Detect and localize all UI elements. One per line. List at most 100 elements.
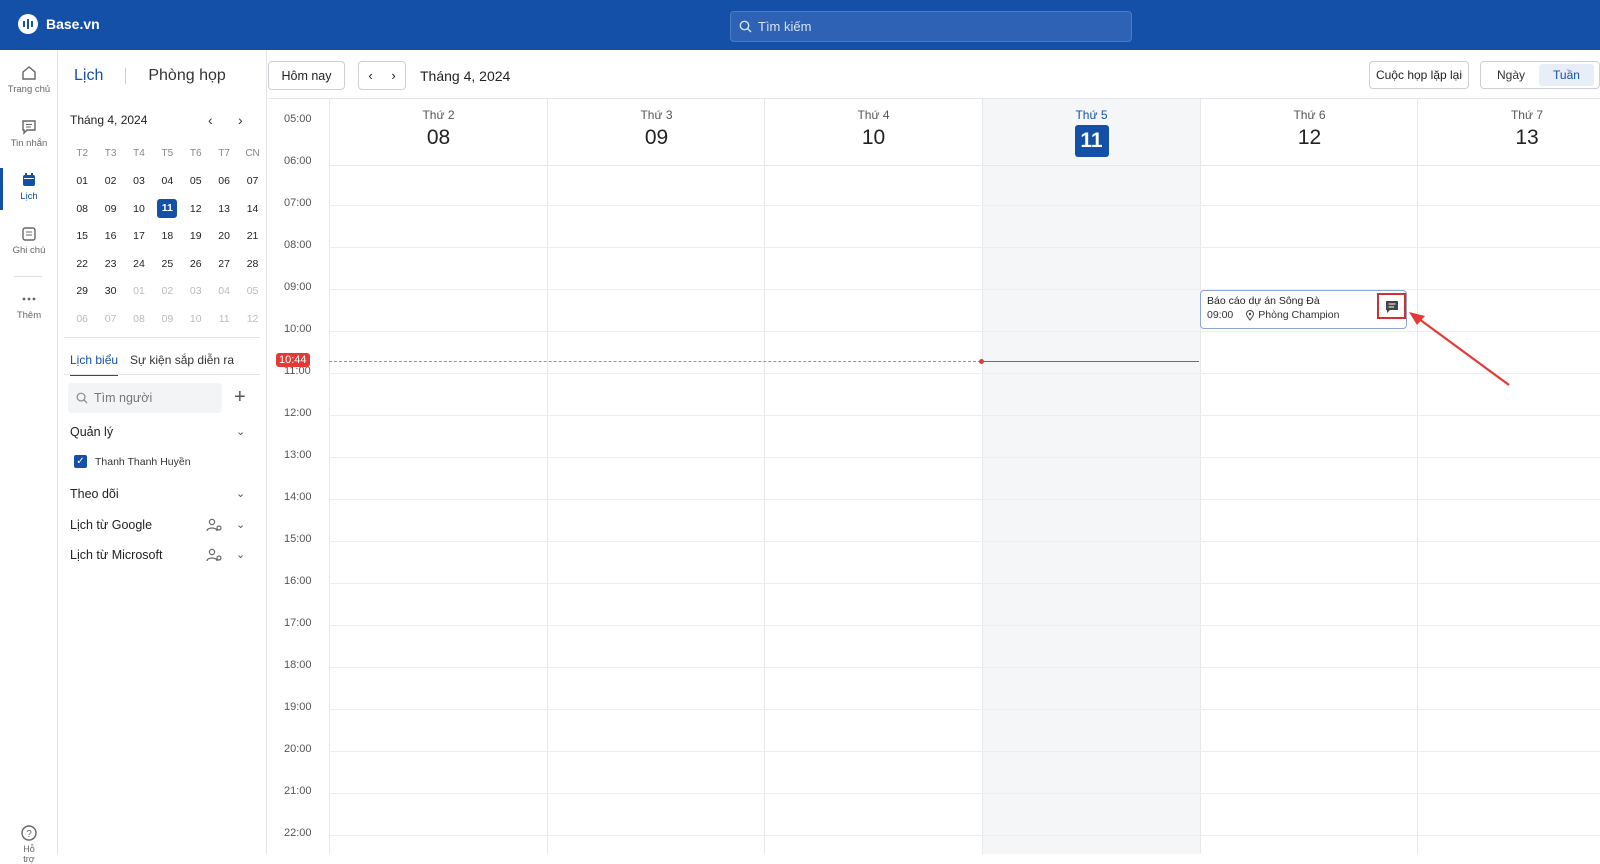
tab-meeting-rooms[interactable]: Phòng họp (148, 67, 225, 85)
group-microsoft-label[interactable]: Lịch từ Microsoft (70, 548, 162, 562)
view-week-button[interactable]: Tuần (1539, 64, 1594, 86)
mini-day-other-month[interactable]: 02 (153, 285, 181, 297)
mini-day[interactable]: 04 (153, 175, 181, 187)
mini-day-other-month[interactable]: 01 (125, 285, 153, 297)
person-checkbox-item[interactable]: ✓ Thanh Thanh Huyền (74, 455, 191, 468)
mini-day[interactable]: 12 (182, 203, 210, 215)
group-google-label[interactable]: Lịch từ Google (70, 518, 152, 532)
rail-item-calendar[interactable]: Lịch (0, 171, 58, 202)
chevron-down-icon[interactable]: ⌄ (236, 548, 245, 561)
day-column-today[interactable]: Thứ 5 11 (982, 99, 1200, 854)
group-follow-label[interactable]: Theo dõi (70, 487, 119, 501)
chevron-down-icon[interactable]: ⌄ (236, 518, 245, 531)
mini-day[interactable]: 09 (96, 203, 124, 215)
day-number[interactable]: 09 (645, 126, 668, 150)
mini-day[interactable]: 13 (210, 203, 238, 215)
mini-day[interactable]: 16 (96, 230, 124, 242)
day-number[interactable]: 13 (1515, 126, 1538, 150)
recurring-meetings-button[interactable]: Cuộc họp lặp lại (1369, 61, 1469, 89)
chevron-down-icon[interactable]: ⌄ (236, 425, 245, 438)
add-person-button[interactable]: + (234, 386, 246, 409)
global-search-input[interactable]: Tìm kiếm (730, 11, 1132, 42)
rail-item-home[interactable]: Trang chủ (0, 64, 58, 95)
time-label: 15:00 (284, 533, 312, 545)
mini-day[interactable]: 02 (96, 175, 124, 187)
mini-day[interactable]: 06 (210, 175, 238, 187)
rail-item-notes[interactable]: Ghi chú (0, 225, 58, 256)
mini-day-other-month[interactable]: 07 (96, 313, 124, 325)
day-name: Thứ 6 (1293, 108, 1326, 122)
today-button[interactable]: Hôm nay (268, 61, 345, 90)
mini-day[interactable]: 27 (210, 258, 238, 270)
mini-day[interactable]: 20 (210, 230, 238, 242)
mini-day[interactable]: 30 (96, 285, 124, 297)
mini-day[interactable]: 26 (182, 258, 210, 270)
mini-day-other-month[interactable]: 09 (153, 313, 181, 325)
day-number[interactable]: 08 (427, 126, 450, 150)
person-settings-icon[interactable] (206, 548, 222, 565)
mini-day[interactable]: 05 (182, 175, 210, 187)
mini-day-other-month[interactable]: 03 (182, 285, 210, 297)
mini-day-other-month[interactable]: 10 (182, 313, 210, 325)
mini-day[interactable]: 19 (182, 230, 210, 242)
mini-day[interactable]: 22 (68, 258, 96, 270)
prev-week-button[interactable]: ‹ (359, 62, 382, 89)
rail-item-more[interactable]: Thêm (0, 290, 58, 321)
checkbox-checked-icon[interactable]: ✓ (74, 455, 87, 468)
mini-day-other-month[interactable]: 12 (238, 313, 266, 325)
day-column[interactable]: Thứ 7 13 (1417, 99, 1600, 854)
mini-prev-month-button[interactable]: ‹ (208, 112, 213, 128)
day-column[interactable]: Thứ 2 08 (329, 99, 547, 854)
rail-item-messages[interactable]: Tin nhắn (0, 118, 58, 149)
mini-day[interactable]: 07 (238, 175, 266, 187)
mini-day[interactable]: 28 (238, 258, 266, 270)
event-chat-button[interactable] (1377, 293, 1406, 319)
mini-day[interactable]: 08 (68, 203, 96, 215)
day-number[interactable]: 10 (862, 126, 885, 150)
people-search-input[interactable]: Tìm người (68, 383, 222, 413)
mini-day[interactable]: 25 (153, 258, 181, 270)
tab-schedule[interactable]: Lịch biểu (70, 353, 119, 376)
mini-day[interactable]: 18 (153, 230, 181, 242)
time-label: 21:00 (284, 785, 312, 797)
mini-day[interactable]: 17 (125, 230, 153, 242)
mini-next-month-button[interactable]: › (238, 112, 243, 128)
hour-line (329, 793, 1600, 794)
mini-day[interactable]: 21 (238, 230, 266, 242)
search-icon (739, 20, 752, 33)
current-month-label: Tháng 4, 2024 (420, 68, 511, 84)
group-manage-label[interactable]: Quản lý (70, 425, 113, 439)
mini-day-other-month[interactable]: 06 (68, 313, 96, 325)
chevron-down-icon[interactable]: ⌄ (236, 487, 245, 500)
mini-day-today[interactable]: 11 (153, 199, 181, 219)
day-column[interactable]: Thứ 3 09 (547, 99, 765, 854)
rail-item-help[interactable]: ? Hỗ trợ (18, 824, 40, 864)
time-label: 08:00 (284, 239, 312, 251)
day-column[interactable]: Thứ 4 10 (764, 99, 982, 854)
mini-day-other-month[interactable]: 11 (210, 313, 238, 325)
calendar-event[interactable]: Báo cáo dự án Sông Đà 09:00 Phòng Champi… (1200, 290, 1407, 329)
mini-day[interactable]: 24 (125, 258, 153, 270)
mini-day[interactable]: 01 (68, 175, 96, 187)
hour-line (329, 835, 1600, 836)
mini-day[interactable]: 23 (96, 258, 124, 270)
mini-day[interactable]: 15 (68, 230, 96, 242)
tab-upcoming-events[interactable]: Sự kiện sắp diễn ra (130, 353, 234, 367)
mini-day[interactable]: 29 (68, 285, 96, 297)
next-week-button[interactable]: › (382, 62, 405, 89)
person-settings-icon[interactable] (206, 518, 222, 535)
mini-day-other-month[interactable]: 04 (210, 285, 238, 297)
app-logo[interactable]: Base.vn (18, 14, 100, 34)
tab-calendar[interactable]: Lịch (74, 67, 103, 85)
mini-day[interactable]: 14 (238, 203, 266, 215)
day-number-today[interactable]: 11 (1074, 125, 1109, 157)
mini-day-other-month[interactable]: 08 (125, 313, 153, 325)
mini-day[interactable]: 03 (125, 175, 153, 187)
sidebar-divider (64, 337, 260, 338)
mini-day-other-month[interactable]: 05 (238, 285, 266, 297)
day-number[interactable]: 12 (1298, 126, 1321, 150)
view-day-button[interactable]: Ngày (1483, 68, 1539, 82)
day-name: Thứ 4 (857, 108, 890, 122)
mini-day[interactable]: 10 (125, 203, 153, 215)
day-column[interactable]: Thứ 6 12 (1200, 99, 1418, 854)
